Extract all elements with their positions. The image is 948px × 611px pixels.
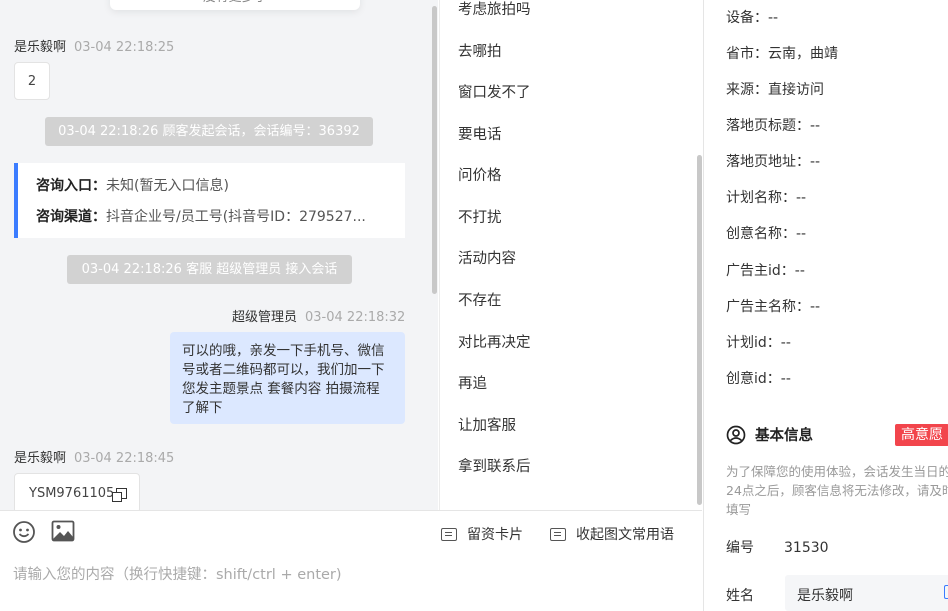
message-meta: 是乐毅啊 03-04 22:18:25 — [14, 36, 174, 55]
entry-value: 未知(暂无入口信息) — [106, 178, 229, 194]
info-row-landing-url: 落地页地址：-- — [726, 151, 820, 171]
id-value: 31530 — [784, 540, 829, 556]
info-value: 直接访问 — [768, 82, 824, 98]
info-value: -- — [768, 10, 779, 26]
edit-notice: 为了保障您的使用体验，会话发生当日的24点之后，顾客信息将无法修改，请及时填写 — [726, 464, 948, 517]
info-label: 计划名称： — [726, 190, 796, 206]
info-label: 来源： — [726, 82, 768, 98]
phrase-item[interactable]: 问价格 — [458, 164, 502, 185]
customer-info-panel: 设备：-- 省市：云南，曲靖 来源：直接访问 落地页标题：-- 落地页地址：--… — [703, 0, 948, 611]
image-icon[interactable] — [51, 520, 75, 542]
message-time: 03-04 22:18:25 — [74, 40, 175, 55]
emoji-icon[interactable] — [12, 520, 36, 544]
info-label: 落地页地址： — [726, 154, 810, 170]
phrase-item[interactable]: 不打扰 — [458, 206, 502, 227]
phrase-item[interactable]: 再追 — [458, 372, 487, 393]
chat-workspace: 没有更多了 是乐毅啊 03-04 22:18:25 2 03-04 22:18:2… — [0, 0, 948, 611]
sender-name: 是乐毅啊 — [14, 451, 67, 466]
info-row-plan-id: 计划id：-- — [726, 332, 791, 352]
info-value: 云南，曲靖 — [768, 46, 838, 62]
info-value: -- — [780, 335, 791, 351]
phrase-item[interactable]: 活动内容 — [458, 247, 516, 268]
info-row-plan-name: 计划名称：-- — [726, 187, 806, 207]
info-label: 设备： — [726, 10, 768, 26]
channel-row: 咨询渠道：抖音企业号/员工号(抖音号ID：279527... — [36, 206, 405, 226]
info-label: 创意名称： — [726, 226, 796, 242]
message-time: 03-04 22:18:45 — [74, 451, 175, 466]
message-input[interactable]: 请输入您的内容（换行快捷键：shift/ctrl + enter) — [13, 563, 342, 584]
info-label: 广告主名称： — [726, 299, 810, 315]
message-composer: 留资卡片 收起图文常用语 请输入您的内容（换行快捷键：shift/ctrl + … — [0, 510, 702, 611]
info-row-advertiser-id: 广告主id：-- — [726, 260, 805, 280]
phrase-item[interactable]: 要电话 — [458, 123, 502, 144]
info-label: 创意id： — [726, 371, 781, 387]
collapse-phrases-label: 收起图文常用语 — [576, 527, 674, 543]
info-row-creative-id: 创意id：-- — [726, 368, 791, 388]
name-label: 姓名 — [726, 588, 754, 604]
message-text: YSM9761105 — [29, 485, 115, 501]
info-row-advertiser-name: 广告主名称：-- — [726, 296, 820, 316]
phrase-scrollbar[interactable] — [697, 155, 702, 505]
phrase-item[interactable]: 考虑旅拍吗 — [458, 0, 531, 19]
info-label: 广告主id： — [726, 263, 795, 279]
agent-message-bubble: 可以的哦，亲发一下手机号、微信号或者二维码都可以，我们加一下您发主题景点 套餐内… — [170, 332, 405, 424]
phrase-item[interactable]: 去哪拍 — [458, 40, 502, 61]
system-notice: 03-04 22:18:26 顾客发起会话，会话编号：36392 — [45, 117, 373, 146]
sender-name: 是乐毅啊 — [14, 40, 67, 55]
no-more-toast: 没有更多了 — [110, 0, 360, 10]
phrase-item[interactable]: 让加客服 — [458, 414, 516, 435]
collapse-phrases-button[interactable]: 收起图文常用语 — [550, 524, 674, 544]
info-row-device: 设备：-- — [726, 7, 778, 27]
info-value: -- — [780, 371, 791, 387]
info-value: -- — [810, 154, 821, 170]
phrase-item[interactable]: 拿到联系后 — [458, 455, 531, 476]
entry-row: 咨询入口：未知(暂无入口信息) — [36, 175, 405, 195]
entry-label: 咨询入口： — [36, 178, 106, 194]
quick-phrase-list: 考虑旅拍吗 去哪拍 窗口发不了 要电话 问价格 不打扰 活动内容 不存在 对比再… — [439, 0, 702, 510]
card-icon — [441, 527, 457, 541]
id-label: 编号 — [726, 540, 754, 556]
lead-card-button[interactable]: 留资卡片 — [441, 524, 523, 544]
info-value: -- — [796, 190, 807, 206]
id-field: 编号 31530 — [726, 537, 829, 557]
info-value: -- — [810, 118, 821, 134]
chat-scrollbar[interactable] — [432, 6, 437, 294]
info-value: -- — [794, 263, 805, 279]
sender-name: 超级管理员 — [232, 310, 298, 325]
section-title-text: 基本信息 — [755, 428, 813, 444]
edit-icon[interactable] — [944, 585, 948, 599]
message-meta: 超级管理员 03-04 22:18:32 — [232, 306, 405, 325]
info-row-region: 省市：云南，曲靖 — [726, 43, 838, 63]
consult-info-card: 咨询入口：未知(暂无入口信息) 咨询渠道：抖音企业号/员工号(抖音号ID：279… — [14, 163, 405, 238]
intent-badge[interactable]: 高意愿 — [895, 424, 948, 446]
info-value: -- — [810, 299, 821, 315]
info-label: 省市： — [726, 46, 768, 62]
chat-history: 没有更多了 是乐毅啊 03-04 22:18:25 2 03-04 22:18:2… — [0, 0, 438, 510]
info-value: -- — [796, 226, 807, 242]
info-row-source: 来源：直接访问 — [726, 79, 824, 99]
channel-value: 抖音企业号/员工号(抖音号ID：279527... — [106, 209, 366, 225]
phrase-item[interactable]: 不存在 — [458, 289, 502, 310]
copy-icon[interactable] — [112, 487, 128, 502]
system-notice: 03-04 22:18:26 客服 超级管理员 接入会话 — [67, 255, 352, 284]
name-input[interactable]: 是乐毅啊 — [785, 575, 948, 611]
user-circle-icon — [726, 425, 746, 444]
phrase-item[interactable]: 窗口发不了 — [458, 81, 531, 102]
message-bubble: 2 — [14, 62, 50, 100]
info-label: 落地页标题： — [726, 118, 810, 134]
info-label: 计划id： — [726, 335, 781, 351]
lead-card-label: 留资卡片 — [467, 527, 523, 543]
channel-label: 咨询渠道： — [36, 209, 106, 225]
message-meta: 是乐毅啊 03-04 22:18:45 — [14, 447, 174, 466]
info-row-landing-title: 落地页标题：-- — [726, 115, 820, 135]
message-bubble: YSM9761105 — [14, 473, 140, 510]
phrase-item[interactable]: 对比再决定 — [458, 331, 531, 352]
message-time: 03-04 22:18:32 — [305, 310, 406, 325]
info-row-creative-name: 创意名称：-- — [726, 223, 806, 243]
message-icon — [550, 527, 566, 541]
basic-info-title: 基本信息 — [726, 424, 813, 445]
